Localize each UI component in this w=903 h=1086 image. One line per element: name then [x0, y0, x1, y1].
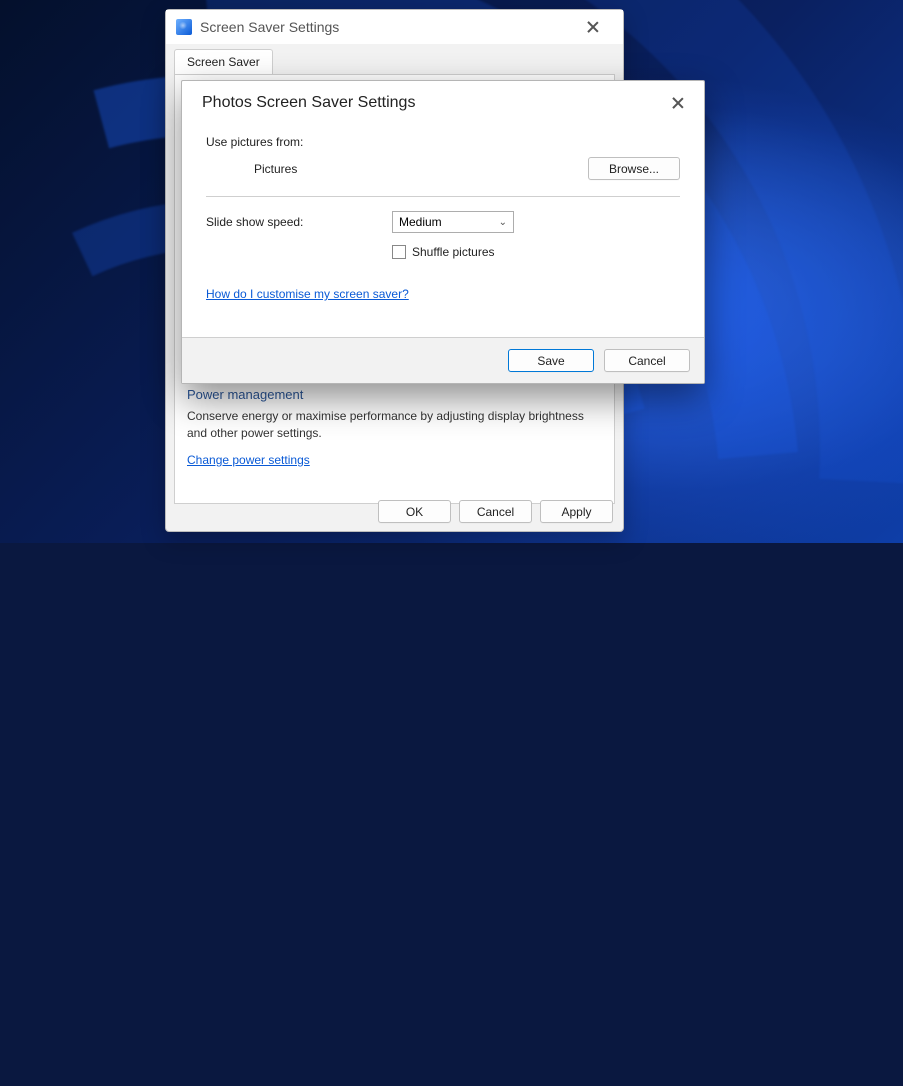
- pictures-folder-name: Pictures: [254, 162, 588, 176]
- change-power-settings-link[interactable]: Change power settings: [187, 453, 310, 467]
- tab-screen-saver[interactable]: Screen Saver: [174, 49, 273, 75]
- slideshow-speed-select[interactable]: Medium ⌄: [392, 211, 514, 233]
- slideshow-speed-value: Medium: [399, 215, 442, 229]
- cancel-button[interactable]: Cancel: [459, 500, 532, 523]
- parent-window-title: Screen Saver Settings: [200, 19, 573, 35]
- child-window-title: Photos Screen Saver Settings: [202, 94, 658, 112]
- close-icon: [672, 97, 684, 109]
- child-titlebar[interactable]: Photos Screen Saver Settings: [182, 81, 704, 125]
- parent-footer-buttons: OK Cancel Apply: [378, 500, 613, 523]
- screensaver-icon: [176, 19, 192, 35]
- child-cancel-button[interactable]: Cancel: [604, 349, 690, 372]
- help-link[interactable]: How do I customise my screen saver?: [206, 287, 409, 301]
- apply-button[interactable]: Apply: [540, 500, 613, 523]
- power-desc: Conserve energy or maximise performance …: [187, 408, 602, 443]
- child-footer: Save Cancel: [182, 337, 704, 383]
- power-management-section: Power management Conserve energy or maxi…: [187, 387, 602, 467]
- use-pictures-label: Use pictures from:: [206, 135, 680, 149]
- chevron-down-icon: ⌄: [499, 217, 507, 228]
- power-heading: Power management: [187, 387, 602, 402]
- shuffle-checkbox[interactable]: [392, 245, 406, 259]
- parent-titlebar[interactable]: Screen Saver Settings: [166, 10, 623, 44]
- save-button[interactable]: Save: [508, 349, 594, 372]
- divider: [206, 196, 680, 197]
- browse-button[interactable]: Browse...: [588, 157, 680, 180]
- parent-close-button[interactable]: [573, 13, 613, 41]
- photos-screensaver-settings-dialog: Photos Screen Saver Settings Use picture…: [181, 80, 705, 384]
- shuffle-label: Shuffle pictures: [412, 245, 495, 259]
- child-body: Use pictures from: Pictures Browse... Sl…: [182, 125, 704, 337]
- ok-button[interactable]: OK: [378, 500, 451, 523]
- child-close-button[interactable]: [658, 89, 698, 117]
- parent-tabbar: Screen Saver: [166, 48, 623, 74]
- slideshow-speed-label: Slide show speed:: [206, 215, 392, 229]
- close-icon: [587, 21, 599, 33]
